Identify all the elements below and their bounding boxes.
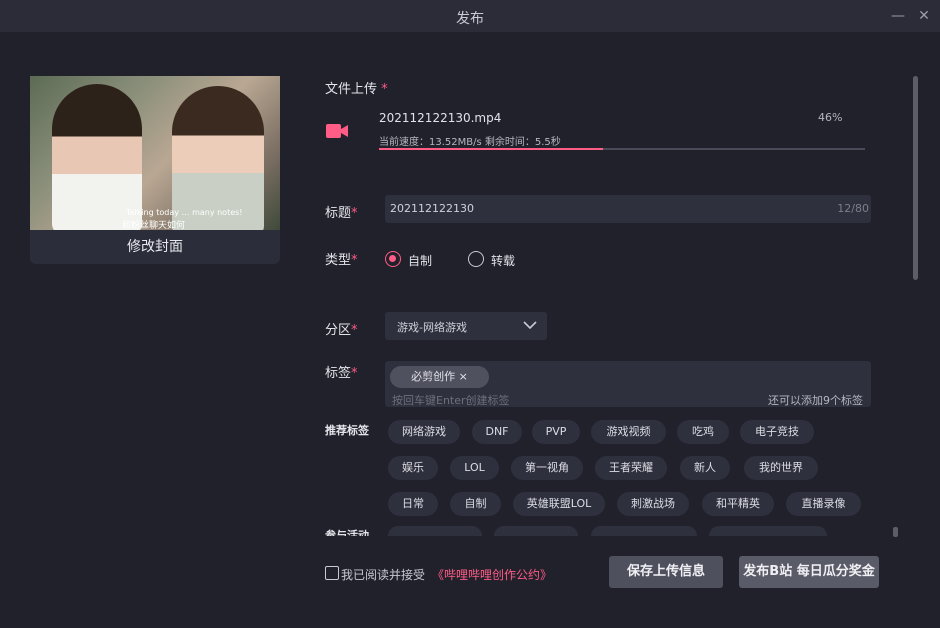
agree-checkbox[interactable] bbox=[325, 566, 339, 580]
chevron-down-icon bbox=[523, 321, 537, 330]
upload-progress-bar bbox=[379, 148, 865, 150]
recommended-tags-label: 推荐标签 bbox=[325, 424, 369, 437]
radio-checked-icon bbox=[385, 251, 401, 267]
recommended-tag[interactable]: 王者荣耀 bbox=[595, 456, 667, 480]
radio-unchecked-icon bbox=[468, 251, 484, 267]
tags-remaining: 还可以添加9个标签 bbox=[768, 394, 863, 407]
upload-speed: 当前速度：13.52MB/s 剩余时间：5.5秒 bbox=[379, 137, 561, 148]
recommended-tag[interactable]: 第一视角 bbox=[511, 456, 583, 480]
tags-scrollbar[interactable] bbox=[893, 527, 898, 537]
recommended-tag[interactable]: 娱乐 bbox=[388, 456, 438, 480]
tags-input[interactable]: 必剪创作 × 按回车键Enter创建标签 还可以添加9个标签 bbox=[385, 361, 871, 407]
title-label: 标题* bbox=[325, 206, 358, 221]
tags-placeholder: 按回车键Enter创建标签 bbox=[392, 394, 510, 407]
main-scrollbar[interactable] bbox=[913, 76, 918, 280]
recommended-tag[interactable]: LOL bbox=[450, 456, 499, 480]
activity-tag[interactable] bbox=[494, 526, 578, 536]
recommended-tag[interactable]: 电子竞技 bbox=[740, 420, 814, 444]
type-label: 类型* bbox=[325, 253, 358, 268]
tag-chip[interactable]: 必剪创作 × bbox=[390, 366, 489, 388]
agree-text: 我已阅读并接受 bbox=[341, 568, 426, 582]
save-info-button[interactable]: 保存上传信息 bbox=[609, 556, 723, 588]
recommended-tag[interactable]: 网络游戏 bbox=[388, 420, 460, 444]
agree-link[interactable]: 《哔哩哔哩创作公约》 bbox=[432, 566, 552, 583]
recommended-tag[interactable]: PVP bbox=[532, 420, 580, 444]
close-icon[interactable]: ✕ bbox=[914, 6, 934, 26]
recommended-tag[interactable]: 英雄联盟LOL bbox=[513, 492, 605, 516]
category-select[interactable]: 游戏-网络游戏 bbox=[385, 312, 547, 340]
radio-original-label: 自制 bbox=[408, 254, 433, 268]
cover-panel: Talking today … many notes! 和粉丝聊天如何 修改封面 bbox=[30, 76, 280, 264]
upload-label: 文件上传 * bbox=[325, 82, 388, 97]
title-bar: 发布 — ✕ bbox=[0, 0, 940, 32]
video-camera-icon bbox=[326, 124, 348, 138]
upload-percent: 46% bbox=[818, 111, 843, 124]
edit-cover-button[interactable]: 修改封面 bbox=[30, 230, 280, 264]
title-input-value: 202112122130 bbox=[390, 202, 474, 215]
category-label: 分区* bbox=[325, 323, 358, 338]
radio-repost-label: 转载 bbox=[491, 254, 516, 268]
file-name: 202112122130.mp4 bbox=[379, 111, 502, 125]
cover-image: Talking today … many notes! 和粉丝聊天如何 bbox=[30, 76, 280, 230]
recommended-tag[interactable]: DNF bbox=[472, 420, 522, 444]
minimize-icon[interactable]: — bbox=[888, 6, 908, 26]
tags-label: 标签* bbox=[325, 366, 358, 381]
recommended-tag[interactable]: 吃鸡 bbox=[677, 420, 729, 444]
activity-tag[interactable] bbox=[388, 526, 482, 536]
title-char-counter: 12/80 bbox=[837, 202, 869, 215]
cover-subtitle-line2: 和粉丝聊天如何 bbox=[122, 221, 186, 230]
category-select-value: 游戏-网络游戏 bbox=[397, 321, 467, 334]
cover-subtitle-line1: Talking today … many notes! bbox=[126, 208, 243, 217]
recommended-tag[interactable]: 新人 bbox=[680, 456, 730, 480]
recommended-tag[interactable]: 直播录像 bbox=[786, 492, 861, 516]
activity-label: 参与活动 bbox=[325, 529, 369, 536]
recommended-tag[interactable]: 游戏视频 bbox=[591, 420, 666, 444]
window-title: 发布 bbox=[456, 11, 484, 27]
upload-progress-fill bbox=[379, 148, 603, 150]
recommended-tag[interactable]: 和平精英 bbox=[702, 492, 774, 516]
recommended-tag[interactable]: 日常 bbox=[388, 492, 438, 516]
title-input[interactable]: 202112122130 12/80 bbox=[385, 195, 871, 223]
recommended-tag[interactable]: 刺激战场 bbox=[617, 492, 689, 516]
activity-tag[interactable] bbox=[709, 526, 827, 536]
recommended-tag[interactable]: 我的世界 bbox=[744, 456, 818, 480]
activity-tag[interactable] bbox=[591, 526, 697, 536]
recommended-tag[interactable]: 自制 bbox=[450, 492, 501, 516]
publish-button[interactable]: 发布B站 每日瓜分奖金 bbox=[739, 556, 879, 588]
